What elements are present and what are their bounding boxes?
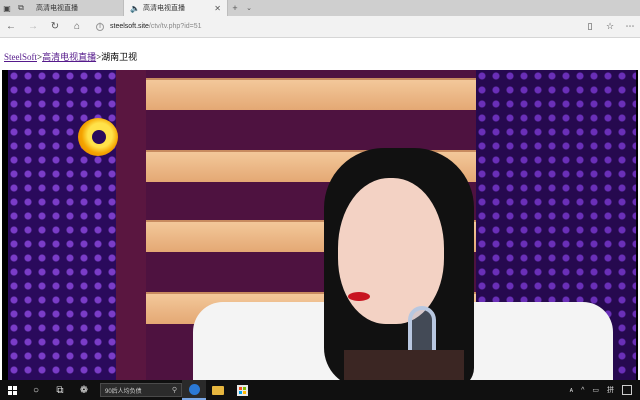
- ime-indicator[interactable]: 拼: [607, 385, 614, 395]
- taskbar-app-explorer[interactable]: [206, 380, 230, 400]
- taskbar-app-store[interactable]: [230, 380, 254, 400]
- channel-logo-icon: [78, 118, 118, 156]
- home-button[interactable]: ⌂: [66, 21, 88, 32]
- breadcrumb-site-link[interactable]: SteelSoft: [4, 52, 37, 62]
- chevron-up-icon[interactable]: ^: [581, 387, 584, 394]
- chevron-down-icon[interactable]: ⌄: [242, 0, 256, 16]
- back-button[interactable]: ←: [0, 21, 22, 32]
- system-tray: ᴀ ^ ▭ 拼: [570, 385, 640, 395]
- close-icon[interactable]: ✕: [214, 4, 221, 13]
- speaker-icon[interactable]: 🔈: [130, 4, 140, 13]
- edge-icon: [188, 383, 200, 395]
- star-icon[interactable]: ☆: [600, 21, 620, 32]
- url-domain: steelsoft.site: [110, 23, 149, 30]
- taskbar-app-edge[interactable]: [182, 380, 206, 400]
- search-hint: 90后人均负债: [105, 388, 142, 395]
- store-icon: [236, 384, 248, 396]
- windows-icon: [7, 385, 17, 395]
- new-tab-button[interactable]: +: [228, 0, 242, 16]
- breadcrumb-current: 湖南卫视: [101, 52, 138, 62]
- tab-2-label: 高清电视直播: [142, 5, 185, 12]
- reading-view-icon[interactable]: ▯: [580, 21, 600, 32]
- task-view-icon[interactable]: ⧉: [48, 380, 72, 400]
- network-icon[interactable]: ▭: [592, 386, 599, 394]
- tab-preview-icon[interactable]: ▣: [0, 0, 14, 16]
- cortana-icon[interactable]: ○: [24, 380, 48, 400]
- person-face: [338, 178, 444, 324]
- refresh-button[interactable]: ↻: [44, 21, 66, 32]
- tab-strip: ▣ ⧉ 高清电视直播 🔈 高清电视直播 ✕ + ⌄: [0, 0, 640, 16]
- backdrop-panel-left: [8, 70, 118, 380]
- folder-icon: [212, 385, 224, 395]
- start-button[interactable]: [0, 380, 24, 400]
- person-lips: [348, 292, 370, 301]
- video-frame: [8, 70, 636, 380]
- shelf: [146, 78, 476, 110]
- backdrop-pillar: [116, 70, 146, 380]
- taskbar: ○ ⧉ ❁ 90后人均负债 ⚲ ᴀ ^ ▭ 拼: [0, 380, 640, 400]
- search-icon: ⚲: [171, 387, 177, 394]
- url-path: /ctv/tv.php?id=51: [148, 23, 202, 30]
- address-bar: ← → ↻ ⌂ i steelsoft.site /ctv/tv.php?id=…: [0, 16, 640, 38]
- tab-switch-icon[interactable]: ⧉: [14, 0, 28, 16]
- tab-1[interactable]: 高清电视直播: [28, 0, 124, 16]
- tab-1-label: 高清电视直播: [36, 5, 78, 12]
- people-icon[interactable]: ᴀ: [570, 387, 573, 394]
- breadcrumb-section-link[interactable]: 高清电视直播: [42, 52, 96, 62]
- weather-widget-icon[interactable]: ❁: [72, 380, 96, 400]
- url-field[interactable]: i steelsoft.site /ctv/tv.php?id=51: [96, 20, 566, 34]
- breadcrumb: SteelSoft>高清电视直播>湖南卫视: [4, 50, 137, 63]
- taskbar-search-box[interactable]: 90后人均负债 ⚲: [100, 383, 182, 397]
- more-icon[interactable]: ⋯: [620, 21, 640, 32]
- tab-2[interactable]: 🔈 高清电视直播 ✕: [124, 0, 228, 16]
- video-player[interactable]: [2, 70, 638, 380]
- person-body: [344, 350, 464, 380]
- forward-button[interactable]: →: [22, 21, 44, 32]
- site-info-icon[interactable]: i: [96, 22, 104, 31]
- notification-icon[interactable]: [622, 385, 632, 395]
